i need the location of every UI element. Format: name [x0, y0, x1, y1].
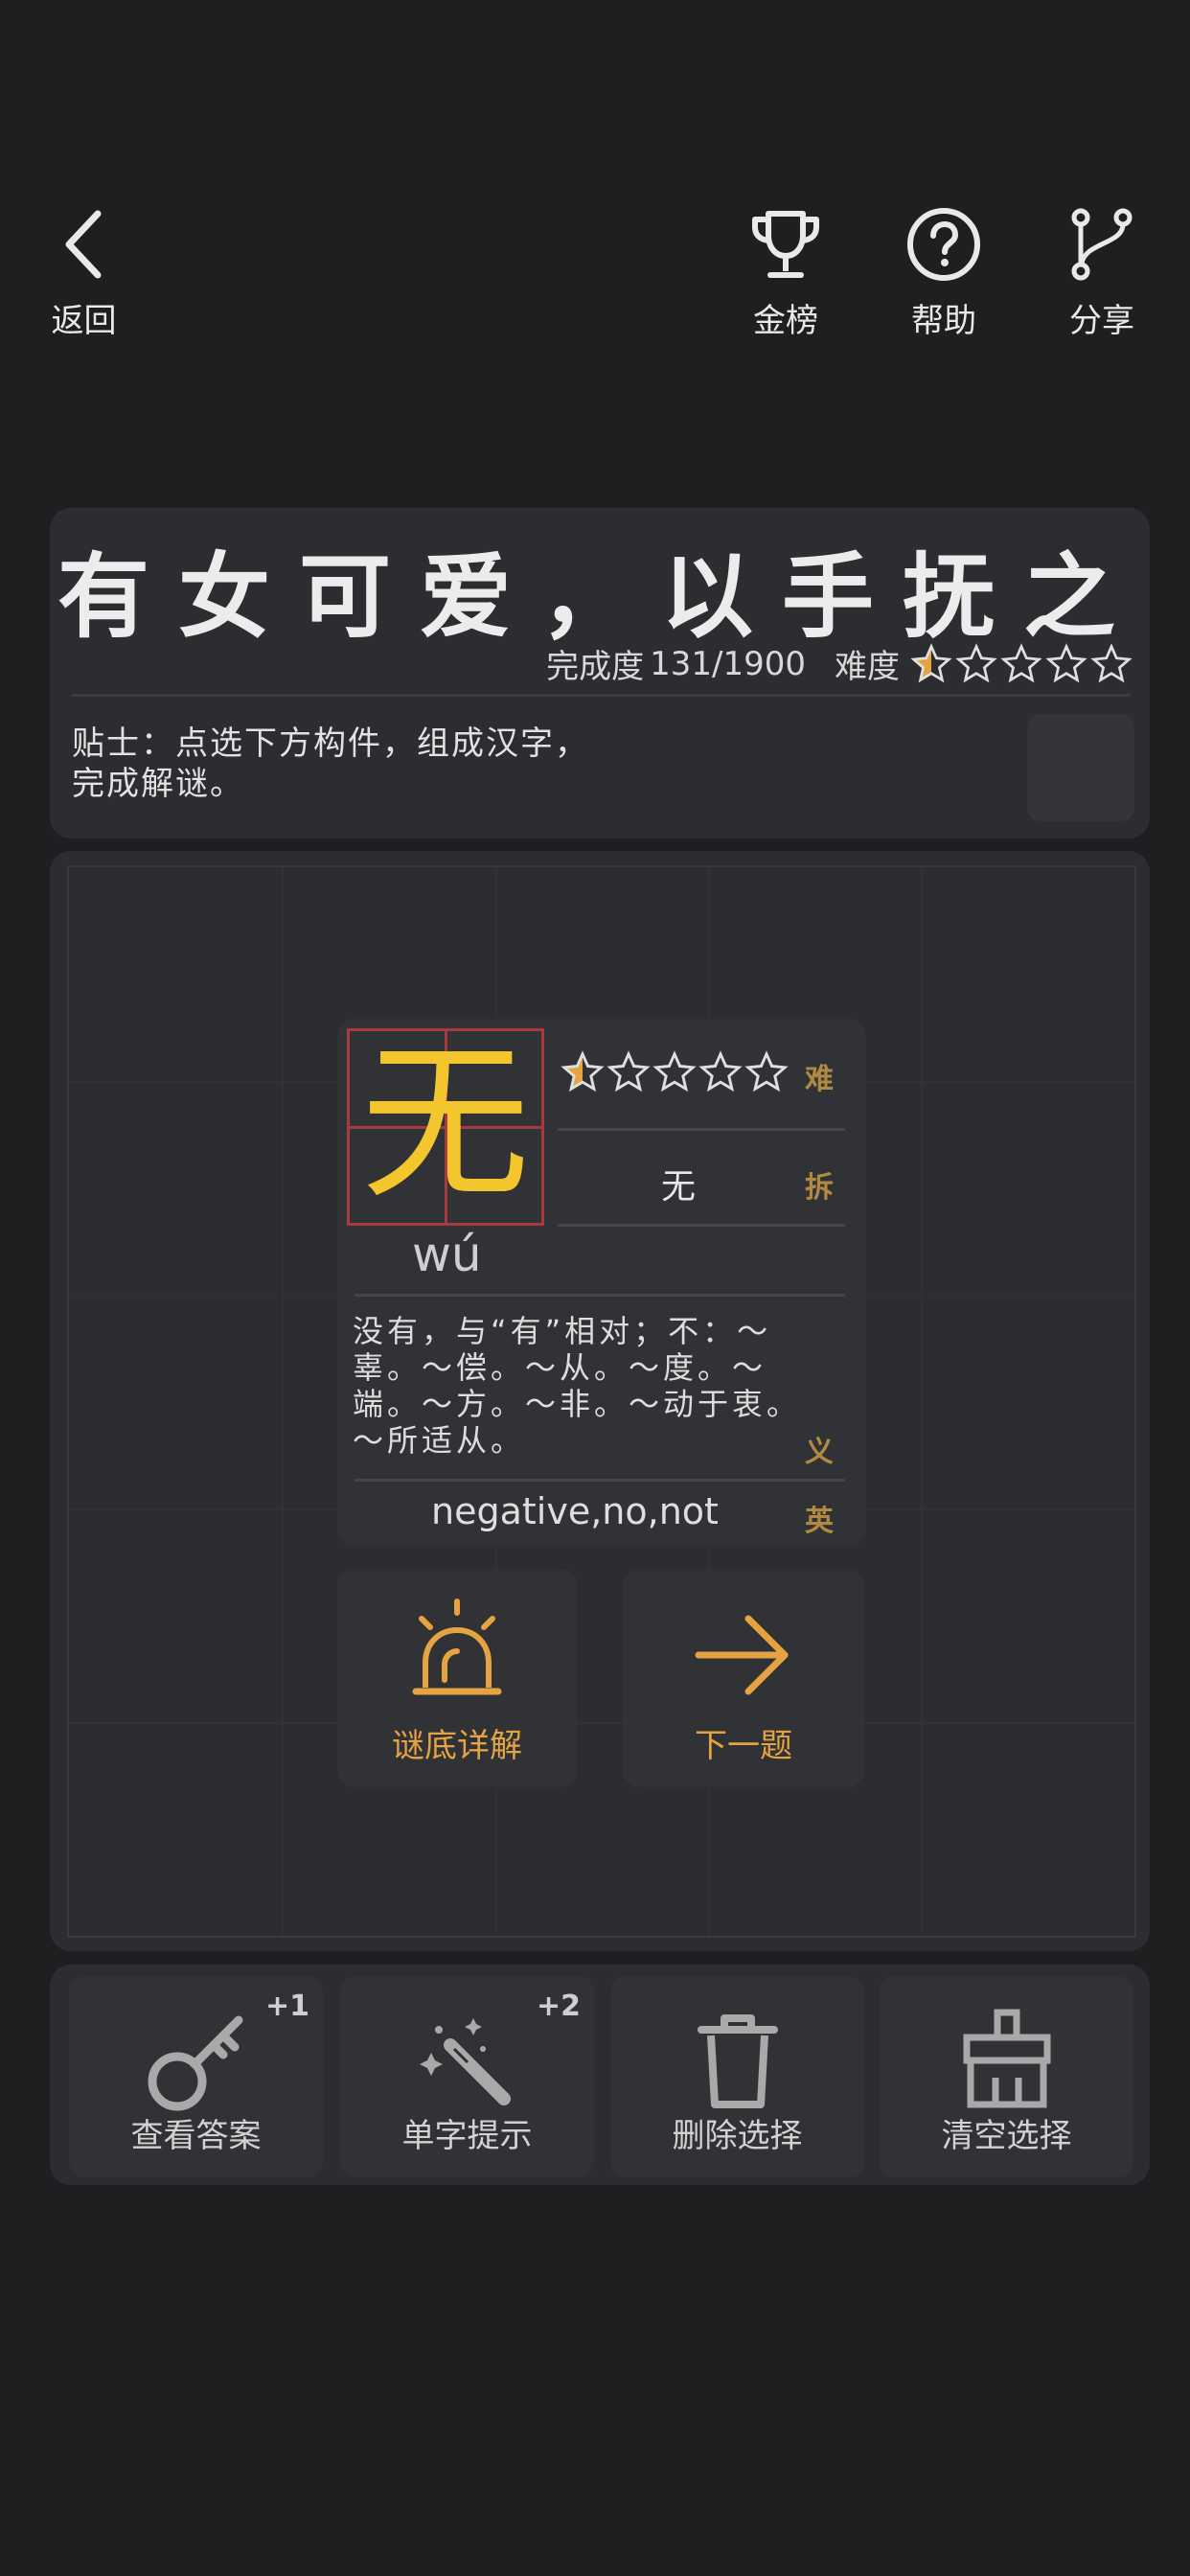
english-meaning: negative,no,not: [431, 1490, 719, 1532]
help-button[interactable]: 帮助: [896, 206, 992, 341]
riddle-divider: [72, 694, 1131, 697]
tip-line-2: 完成解谜。: [72, 765, 244, 803]
riddle-title: 有女可爱，以手抚之: [57, 543, 1144, 651]
english-tag: 英: [805, 1505, 834, 1538]
answer-character: 无: [360, 1025, 530, 1222]
back-label: 返回: [51, 302, 117, 340]
share-branch-icon: [1071, 208, 1133, 281]
star-empty-icon: [955, 642, 997, 682]
clear-selection-label: 清空选择: [941, 2117, 1072, 2155]
share-button[interactable]: 分享: [1054, 206, 1150, 341]
meaning-text: 没有，与“有”相对；不：～辜。～偿。～从。～度。～端。～方。～非。～动于衷。～所…: [353, 1313, 802, 1459]
progress-row: 完成度 131/1900 难度: [546, 640, 1133, 687]
magic-wand-icon: [419, 2018, 511, 2105]
difficulty-stars: [907, 642, 1133, 685]
share-label: 分享: [1069, 302, 1134, 340]
components-tag: 拆: [805, 1171, 834, 1205]
selected-component-slot[interactable]: [1027, 714, 1134, 821]
trophy-icon: [752, 211, 819, 278]
star-empty-icon: [1045, 642, 1087, 682]
key-icon: [148, 2015, 242, 2111]
meaning-tag: 义: [805, 1436, 834, 1469]
help-label: 帮助: [911, 302, 976, 340]
star-empty-icon: [744, 1050, 789, 1092]
star-half-icon: [910, 642, 952, 682]
progress-label: 完成度: [546, 648, 645, 686]
broom-icon: [963, 2009, 1050, 2108]
components-value: 无: [661, 1167, 697, 1207]
card-divider-2: [558, 1224, 845, 1227]
single-char-hint-button[interactable]: +2 单字提示: [340, 1976, 594, 2177]
leaderboard-label: 金榜: [753, 302, 818, 340]
single-char-hint-label: 单字提示: [401, 2117, 533, 2155]
star-empty-icon: [1090, 642, 1133, 682]
tip-line-1: 贴士：点选下方构件，组成汉字，: [72, 724, 589, 763]
star-empty-icon: [698, 1050, 743, 1092]
view-answer-cost-badge: +1: [264, 1990, 309, 2023]
trash-icon: [697, 2014, 778, 2108]
explain-button[interactable]: 谜底详解: [337, 1569, 577, 1787]
difficulty-label: 难度: [835, 648, 900, 686]
view-answer-label: 查看答案: [130, 2117, 262, 2155]
view-answer-button[interactable]: +1 查看答案: [69, 1976, 323, 2177]
next-question-button[interactable]: 下一题: [623, 1569, 864, 1787]
card-divider-3: [355, 1294, 845, 1297]
question-circle-icon: [907, 208, 980, 281]
alarm-light-icon: [412, 1598, 502, 1695]
clear-selection-button[interactable]: 清空选择: [880, 1976, 1133, 2177]
star-empty-icon: [1000, 642, 1042, 682]
chevron-left-icon: [65, 210, 101, 279]
card-divider-4: [355, 1479, 845, 1482]
card-difficulty-stars: [561, 1050, 789, 1094]
difficulty-tag: 难: [805, 1063, 834, 1096]
next-label: 下一题: [695, 1727, 792, 1765]
leaderboard-button[interactable]: 金榜: [738, 206, 834, 341]
explain-label: 谜底详解: [392, 1727, 522, 1765]
delete-selection-label: 删除选择: [672, 2117, 803, 2155]
card-divider-1: [558, 1128, 845, 1131]
progress-value: 131/1900: [650, 644, 806, 683]
back-button[interactable]: 返回: [38, 206, 129, 341]
star-empty-icon: [652, 1050, 697, 1092]
arrow-right-icon: [695, 1615, 789, 1695]
star-half-icon: [561, 1050, 605, 1092]
star-empty-icon: [606, 1050, 651, 1092]
pinyin: wú: [412, 1227, 482, 1282]
delete-selection-button[interactable]: 删除选择: [610, 1976, 864, 2177]
tip-text: 贴士：点选下方构件，组成汉字， 完成解谜。: [72, 724, 589, 804]
single-char-hint-cost-badge: +2: [536, 1990, 581, 2023]
